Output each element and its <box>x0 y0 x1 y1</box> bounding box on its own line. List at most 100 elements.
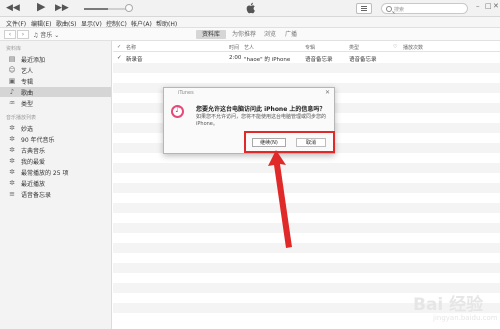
menu-controls[interactable]: 控制(C) <box>106 19 127 28</box>
watermark-text: Bai 经验 <box>413 295 484 315</box>
menu-file[interactable]: 文件(F) <box>6 19 26 28</box>
menu-help[interactable]: 帮助(H) <box>156 19 177 28</box>
sidebar-item-playlist[interactable]: ✲ 妙选 <box>0 123 111 133</box>
sidebar-library-title: 资料库 <box>6 46 22 52</box>
column-header-name[interactable]: 名称 <box>126 44 136 51</box>
menu-view[interactable]: 显示(V) <box>81 19 102 28</box>
toolbar: ◀◀ ▶ ▶▶ 搜索 – □ ✕ <box>0 0 500 17</box>
back-button[interactable]: ‹ <box>4 30 16 39</box>
gear-icon: ✲ <box>9 179 15 187</box>
empty-row <box>113 223 500 233</box>
dialog-body: 如果您不允许访问，您将不能使用这台电脑管理或同步您的 iPhone。 <box>196 114 327 127</box>
gear-icon: ✲ <box>9 168 15 176</box>
library-selector[interactable]: ♫ 音乐 ⌄ <box>33 30 59 39</box>
menu-song[interactable]: 歌曲(S) <box>56 19 77 28</box>
sidebar-item-playlist[interactable]: ✲ 古典音乐 <box>0 145 111 155</box>
minimize-icon[interactable]: – <box>476 2 480 10</box>
gear-icon: ✲ <box>9 135 15 143</box>
sidebar-item-recently-added[interactable]: ▤ 最近添加 <box>0 54 111 64</box>
watermark-sub: jingyan.baidu.com <box>433 314 498 322</box>
empty-row <box>113 183 500 193</box>
tab-radio[interactable]: 广播 <box>283 30 299 39</box>
sidebar-item-label: 最常播放的 25 项 <box>21 170 69 177</box>
itunes-icon <box>171 105 184 118</box>
sidebar: 资料库 ▤ 最近添加 ☺ 艺人 ▣ 专辑 ♪ 歌曲 ♒ 类型 音乐播放列表 ✲ 妙选 ✲ 90… <box>0 41 112 329</box>
sidebar-item-label: 最近添加 <box>21 57 46 64</box>
empty-row <box>113 243 500 253</box>
rewind-icon[interactable]: ◀◀ <box>6 3 20 13</box>
empty-row <box>113 163 500 173</box>
row-check[interactable]: ✓ <box>117 55 122 61</box>
sidebar-item-label: 最近播放 <box>21 181 46 188</box>
empty-row <box>113 173 500 183</box>
volume-knob[interactable] <box>125 4 133 12</box>
check-icon: ✓ <box>117 44 122 50</box>
dialog-heading: 您要允许这台电脑访问此 iPhone 上的信息吗？ <box>196 106 326 113</box>
play-icon[interactable]: ▶ <box>37 1 45 12</box>
sidebar-item-label: 类型 <box>21 101 34 108</box>
column-header-genre[interactable]: 类型 <box>349 44 359 51</box>
sidebar-item-label: 我的最爱 <box>21 159 46 166</box>
column-header-time[interactable]: 时间 <box>229 44 239 51</box>
empty-row <box>113 73 500 83</box>
sidebar-item-playlist[interactable]: ✲ 最近播放 <box>0 178 111 188</box>
forward-button[interactable]: › <box>17 30 29 39</box>
empty-row <box>113 213 500 223</box>
dialog-title: iTunes <box>178 90 194 96</box>
album-icon: ▣ <box>8 77 16 85</box>
tab-browse[interactable]: 浏览 <box>262 30 278 39</box>
sidebar-item-playlist[interactable]: ✲ 我的最爱 <box>0 156 111 166</box>
tab-library[interactable]: 资料库 <box>196 30 226 39</box>
menu-edit[interactable]: 编辑(E) <box>31 19 51 28</box>
artist-icon: ☺ <box>8 66 16 74</box>
list-icon: ≡ <box>9 190 15 198</box>
search-placeholder: 搜索 <box>394 7 405 13</box>
close-icon[interactable]: ✕ <box>493 2 499 10</box>
fast-forward-icon[interactable]: ▶▶ <box>55 3 69 13</box>
search-input[interactable]: 搜索 <box>381 3 468 14</box>
sidebar-item-label: 古典音乐 <box>21 148 46 155</box>
note-icon: ♪ <box>9 88 15 96</box>
menu-bar: 文件(F) 编辑(E) 歌曲(S) 显示(V) 控制(C) 帐户(A) 帮助(H… <box>0 17 500 28</box>
column-header-plays[interactable]: 播放次数 <box>403 44 423 51</box>
maximize-icon[interactable]: □ <box>485 2 492 10</box>
chevron-down-icon: ⌄ <box>52 32 60 39</box>
volume-fill <box>84 8 109 10</box>
empty-row <box>113 253 500 263</box>
gear-icon: ✲ <box>9 146 15 154</box>
tab-for-you[interactable]: 为你推荐 <box>229 30 259 39</box>
sidebar-item-label: 艺人 <box>21 68 34 75</box>
sidebar-item-playlist[interactable]: ✲ 90 年代音乐 <box>0 134 111 144</box>
sidebar-item-label: 歌曲 <box>21 90 34 97</box>
list-view-button[interactable] <box>356 3 372 14</box>
annotation-arrow <box>268 150 292 248</box>
volume-slider[interactable] <box>84 8 128 10</box>
sidebar-item-label: 专辑 <box>21 79 34 86</box>
empty-row <box>113 263 500 273</box>
sidebar-item-playlist[interactable]: ≡ 语音备忘录 <box>0 189 111 199</box>
list-icon <box>361 6 367 11</box>
sidebar-item-artists[interactable]: ☺ 艺人 <box>0 65 111 75</box>
menu-account[interactable]: 帐户(A) <box>131 19 152 28</box>
empty-row <box>113 193 500 203</box>
column-header-artist[interactable]: 艺人 <box>244 44 254 51</box>
sidebar-item-label: 语音备忘录 <box>21 192 52 199</box>
sidebar-item-albums[interactable]: ▣ 专辑 <box>0 76 111 86</box>
close-icon[interactable]: ✕ <box>325 89 330 96</box>
apple-logo-icon <box>246 2 255 14</box>
sidebar-item-songs[interactable]: ♪ 歌曲 <box>0 87 111 97</box>
clock-icon: ▤ <box>8 55 16 63</box>
table-row[interactable]: ✓ 新录音 2:00 "haoe" 的 iPhone 语音备忘录 语音备忘录 <box>113 53 500 63</box>
sidebar-playlists-title: 音乐播放列表 <box>6 115 37 121</box>
watermark: Bai 经验 jingyan.baidu.com <box>395 284 498 326</box>
column-header-album[interactable]: 专辑 <box>305 44 315 51</box>
genre-icon: ♒ <box>8 99 16 107</box>
sidebar-item-genres[interactable]: ♒ 类型 <box>0 98 111 108</box>
nav-row: ‹ › ♫ 音乐 ⌄ 资料库 为你推荐 浏览 广播 <box>0 28 500 41</box>
sidebar-item-playlist[interactable]: ✲ 最常播放的 25 项 <box>0 167 111 177</box>
heart-icon: ♡ <box>393 44 398 50</box>
empty-row <box>113 63 500 73</box>
gear-icon: ✲ <box>9 157 15 165</box>
search-icon <box>386 6 392 12</box>
row-artist: "haoe" 的 iPhone <box>244 57 291 63</box>
